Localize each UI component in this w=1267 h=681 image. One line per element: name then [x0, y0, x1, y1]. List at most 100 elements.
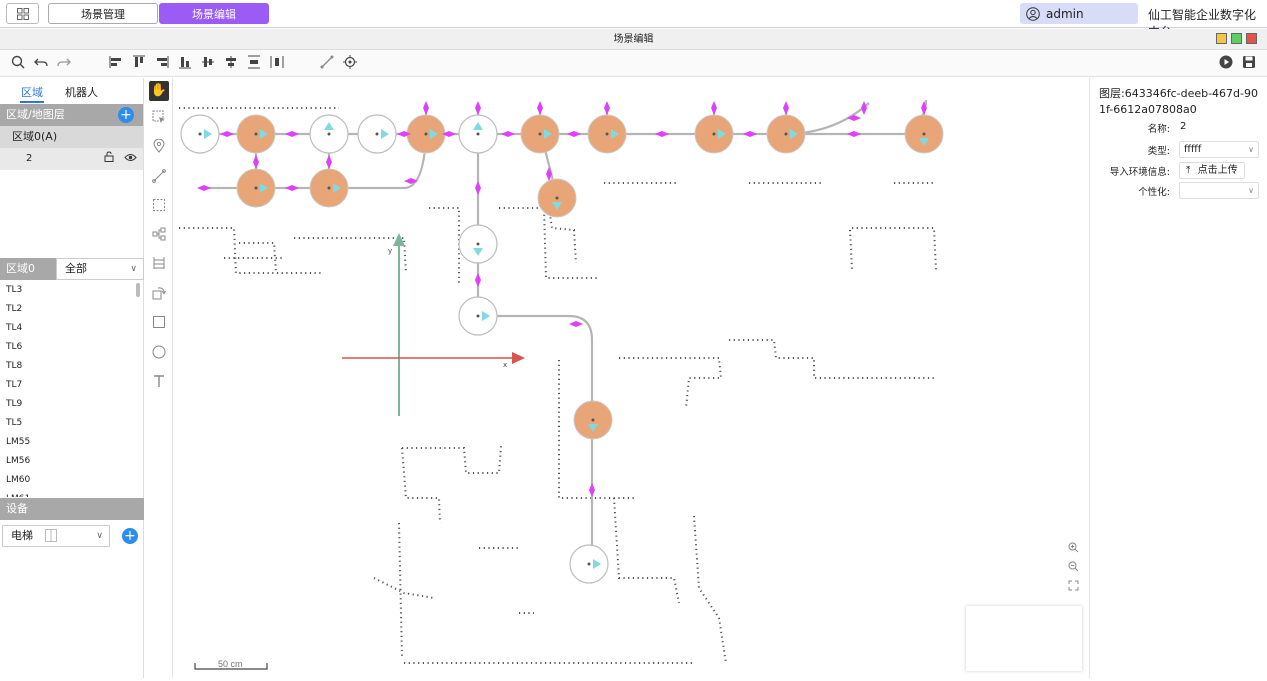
search-icon[interactable]	[10, 55, 26, 71]
direction-marker	[475, 101, 481, 115]
map-canvas[interactable]: 50 cm y x	[174, 78, 1088, 678]
align-center-v-icon[interactable]	[200, 55, 216, 71]
save-icon[interactable]	[1241, 55, 1257, 71]
add-device-button[interactable]: +	[122, 528, 138, 544]
node-center	[538, 132, 542, 136]
select-tool-icon[interactable]	[149, 110, 169, 130]
zoom-out-icon[interactable]	[1064, 561, 1082, 580]
wall-outline	[613, 497, 680, 604]
list-scrollbar[interactable]	[136, 283, 140, 297]
node-center	[605, 132, 609, 136]
wall-outline	[499, 207, 600, 279]
align-top-icon[interactable]	[131, 55, 147, 71]
fit-screen-icon[interactable]	[1064, 580, 1082, 599]
list-item[interactable]: TL6	[0, 338, 144, 357]
window-title-bar: 场景编辑	[0, 29, 1267, 50]
rotate-tool-icon[interactable]	[149, 286, 169, 306]
map-drawing[interactable]: 50 cm y x	[174, 78, 1088, 678]
add-layer-button[interactable]: +	[118, 107, 134, 123]
wall-outline	[619, 357, 723, 409]
top-bar: 场景管理 场景编辑 admin 仙工智能企业数字化中台	[0, 0, 1267, 39]
upload-button[interactable]: ⤒ 点击上传	[1179, 162, 1245, 179]
wall-outline	[401, 447, 441, 524]
wall-outline	[852, 227, 937, 271]
list-item[interactable]: LM61	[0, 490, 144, 497]
branch-tool-icon[interactable]	[149, 227, 169, 247]
play-icon[interactable]	[1218, 55, 1234, 71]
tab-scene-management[interactable]: 场景管理	[48, 3, 158, 24]
align-center-h-icon[interactable]	[223, 55, 239, 71]
node-center	[587, 562, 591, 566]
wall-outline	[402, 445, 502, 474]
list-item[interactable]: TL8	[0, 357, 144, 376]
align-left-icon[interactable]	[108, 55, 124, 71]
zoom-in-icon[interactable]	[1064, 542, 1082, 561]
eye-icon[interactable]	[124, 148, 137, 170]
maximize-button[interactable]	[1231, 33, 1242, 44]
tab-areas[interactable]: 区域	[21, 84, 43, 100]
node-center	[327, 186, 331, 190]
layer-item[interactable]: 2	[0, 148, 143, 170]
distribute-h-icon[interactable]	[269, 55, 285, 71]
align-right-icon[interactable]	[154, 55, 170, 71]
direction-marker	[220, 131, 234, 137]
layers-header-label: 区域/地图层	[6, 108, 65, 121]
list-item[interactable]: LM60	[0, 471, 144, 490]
list-item[interactable]: TL4	[0, 319, 144, 338]
wall-outline	[179, 227, 324, 274]
device-type-select[interactable]: 电梯 ∨	[2, 525, 110, 547]
undo-icon[interactable]	[33, 55, 49, 71]
area-item[interactable]: 区域0(A)	[0, 126, 143, 148]
measure-line-icon[interactable]	[319, 55, 335, 71]
y-axis-arrow	[393, 233, 405, 246]
type-value: fffff	[1184, 144, 1202, 155]
text-tool-icon[interactable]	[149, 374, 169, 394]
direction-marker	[475, 181, 481, 195]
unlock-icon[interactable]	[104, 148, 114, 170]
hand-tool-icon[interactable]: ✋	[149, 81, 169, 101]
personalize-select[interactable]: ∨	[1179, 182, 1259, 199]
distribute-v-icon[interactable]	[246, 55, 262, 71]
y-axis-letter: y	[388, 247, 392, 255]
direction-marker	[604, 101, 610, 115]
redo-icon[interactable]	[56, 55, 72, 71]
list-item[interactable]: TL5	[0, 414, 144, 433]
direction-marker	[285, 185, 299, 191]
align-bottom-icon[interactable]	[177, 55, 193, 71]
node-center	[476, 242, 480, 246]
list-item[interactable]: TL7	[0, 376, 144, 395]
direction-marker	[847, 131, 861, 137]
rectangle-tool-icon[interactable]	[149, 315, 169, 335]
close-button[interactable]	[1246, 33, 1257, 44]
point-tool-icon[interactable]	[149, 138, 169, 159]
locate-icon[interactable]	[342, 55, 358, 71]
node-center	[254, 132, 258, 136]
upload-label: 点击上传	[1197, 165, 1238, 176]
layers-header: 区域/地图层 +	[0, 104, 143, 126]
apps-grid-button[interactable]	[6, 3, 39, 24]
filter-select[interactable]: 全部 ∨	[56, 258, 144, 280]
list-item[interactable]: LM55	[0, 433, 144, 452]
x-axis-letter: x	[503, 361, 507, 369]
list-item[interactable]: LM56	[0, 452, 144, 471]
line-tool-icon[interactable]	[149, 169, 169, 189]
direction-marker	[423, 101, 429, 115]
list-item[interactable]: TL3	[0, 281, 144, 300]
direction-marker	[567, 131, 581, 137]
list-item[interactable]: TL2	[0, 300, 144, 319]
minimize-button[interactable]	[1216, 33, 1227, 44]
type-select[interactable]: fffff ∨	[1179, 141, 1259, 158]
area-tool-icon[interactable]	[149, 198, 169, 218]
list-item[interactable]: TL9	[0, 395, 144, 414]
x-axis-arrow	[512, 352, 525, 364]
area-filter: 区域0 全部 ∨	[0, 258, 144, 280]
minimap[interactable]	[966, 606, 1082, 671]
direction-marker	[253, 155, 259, 169]
node-center	[198, 132, 202, 136]
tab-scene-editor[interactable]: 场景编辑	[159, 3, 269, 24]
direction-marker	[569, 321, 583, 327]
circle-tool-icon[interactable]	[149, 345, 169, 365]
user-menu[interactable]: admin	[1020, 3, 1138, 24]
tab-robots[interactable]: 机器人	[65, 84, 98, 100]
shelf-tool-icon[interactable]	[149, 256, 169, 276]
